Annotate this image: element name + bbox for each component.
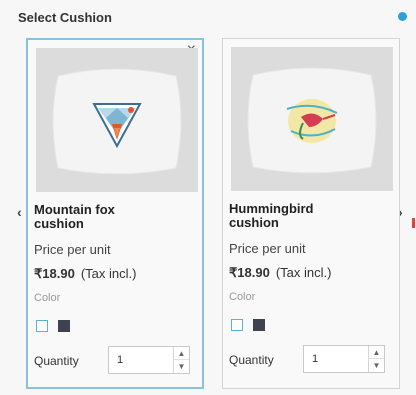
product-name: Mountain fox cushion xyxy=(34,202,115,231)
stepper-controls: ▲ ▼ xyxy=(368,346,384,372)
select-cushion-panel: Select Cushion ‹ › × Mountain fox cushio… xyxy=(0,0,416,395)
tax-note: (Tax incl.) xyxy=(275,265,332,280)
price-line: ₹18.90 (Tax incl.) xyxy=(229,265,331,281)
price-label: Price per unit xyxy=(34,242,111,257)
tax-note: (Tax incl.) xyxy=(80,266,137,281)
product-image-mountain-fox xyxy=(36,48,198,192)
carousel-prev-button[interactable]: ‹ xyxy=(17,204,22,220)
stepper-controls: ▲ ▼ xyxy=(173,347,189,373)
product-image-hummingbird xyxy=(231,47,393,191)
product-name: Hummingbird cushion xyxy=(229,201,314,230)
edge-indicator xyxy=(412,218,415,228)
price-line: ₹18.90 (Tax incl.) xyxy=(34,266,136,282)
quantity-label: Quantity xyxy=(34,354,79,368)
price-value: ₹18.90 xyxy=(34,266,75,281)
chevron-up-icon[interactable]: ▲ xyxy=(369,346,384,359)
color-swatch-dark[interactable] xyxy=(58,320,70,332)
chevron-down-icon[interactable]: ▼ xyxy=(369,359,384,372)
quantity-stepper[interactable]: 1 ▲ ▼ xyxy=(108,346,190,374)
price-label: Price per unit xyxy=(229,241,306,256)
quantity-label: Quantity xyxy=(229,353,274,367)
chevron-up-icon[interactable]: ▲ xyxy=(174,347,189,360)
quantity-value[interactable]: 1 xyxy=(312,353,318,365)
color-label: Color xyxy=(34,292,61,304)
panel-title: Select Cushion xyxy=(18,10,112,25)
info-dot-icon[interactable] xyxy=(398,12,407,21)
product-card-hummingbird[interactable]: Hummingbird cushion Price per unit ₹18.9… xyxy=(222,38,400,389)
color-swatch-white[interactable] xyxy=(231,319,243,331)
chevron-down-icon[interactable]: ▼ xyxy=(174,360,189,373)
quantity-value[interactable]: 1 xyxy=(117,354,123,366)
color-swatch-dark[interactable] xyxy=(253,319,265,331)
price-value: ₹18.90 xyxy=(229,265,270,280)
product-card-mountain-fox[interactable]: × Mountain fox cushion Price per unit ₹1… xyxy=(26,38,204,389)
quantity-stepper[interactable]: 1 ▲ ▼ xyxy=(303,345,385,373)
color-swatch-white[interactable] xyxy=(36,320,48,332)
color-label: Color xyxy=(229,291,256,303)
